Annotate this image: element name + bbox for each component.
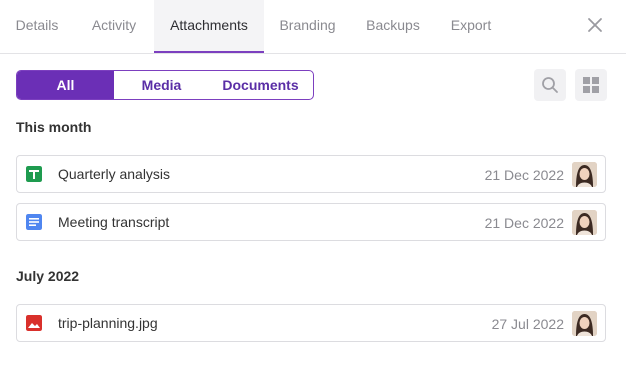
file-name: Meeting transcript <box>58 214 170 230</box>
tab-branding[interactable]: Branding <box>264 0 351 52</box>
grid-view-icon <box>583 77 599 93</box>
file-name: Quarterly analysis <box>58 166 171 182</box>
filter-segmented-control: All Media Documents <box>16 70 314 100</box>
tab-attachments[interactable]: Attachments <box>154 0 264 53</box>
section-title: This month <box>16 119 92 135</box>
search-button[interactable] <box>534 69 566 101</box>
tab-activity[interactable]: Activity <box>74 0 154 52</box>
spreadsheet-icon <box>26 166 42 182</box>
avatar <box>572 210 597 235</box>
avatar <box>572 162 597 187</box>
tab-details[interactable]: Details <box>0 0 74 52</box>
search-icon <box>542 77 558 93</box>
image-icon <box>26 315 42 331</box>
file-row[interactable]: Meeting transcript 21 Dec 2022 <box>16 203 606 241</box>
tab-bar: Details Activity Attachments Branding Ba… <box>0 0 626 54</box>
file-date: 21 Dec 2022 <box>484 167 564 183</box>
file-row[interactable]: Quarterly analysis 21 Dec 2022 <box>16 155 606 193</box>
tab-backups[interactable]: Backups <box>351 0 435 52</box>
tab-export[interactable]: Export <box>435 0 507 52</box>
file-row[interactable]: trip-planning.jpg 27 Jul 2022 <box>16 304 606 342</box>
close-icon[interactable] <box>584 14 606 36</box>
filter-documents-button[interactable]: Documents <box>209 71 312 99</box>
file-name: trip-planning.jpg <box>58 315 158 331</box>
grid-view-button[interactable] <box>575 69 607 101</box>
file-date: 27 Jul 2022 <box>491 316 564 332</box>
filter-media-button[interactable]: Media <box>114 71 209 99</box>
section-title: July 2022 <box>16 268 80 284</box>
avatar <box>572 311 597 336</box>
document-icon <box>26 214 42 230</box>
file-date: 21 Dec 2022 <box>484 215 564 231</box>
filter-all-button[interactable]: All <box>17 71 114 99</box>
